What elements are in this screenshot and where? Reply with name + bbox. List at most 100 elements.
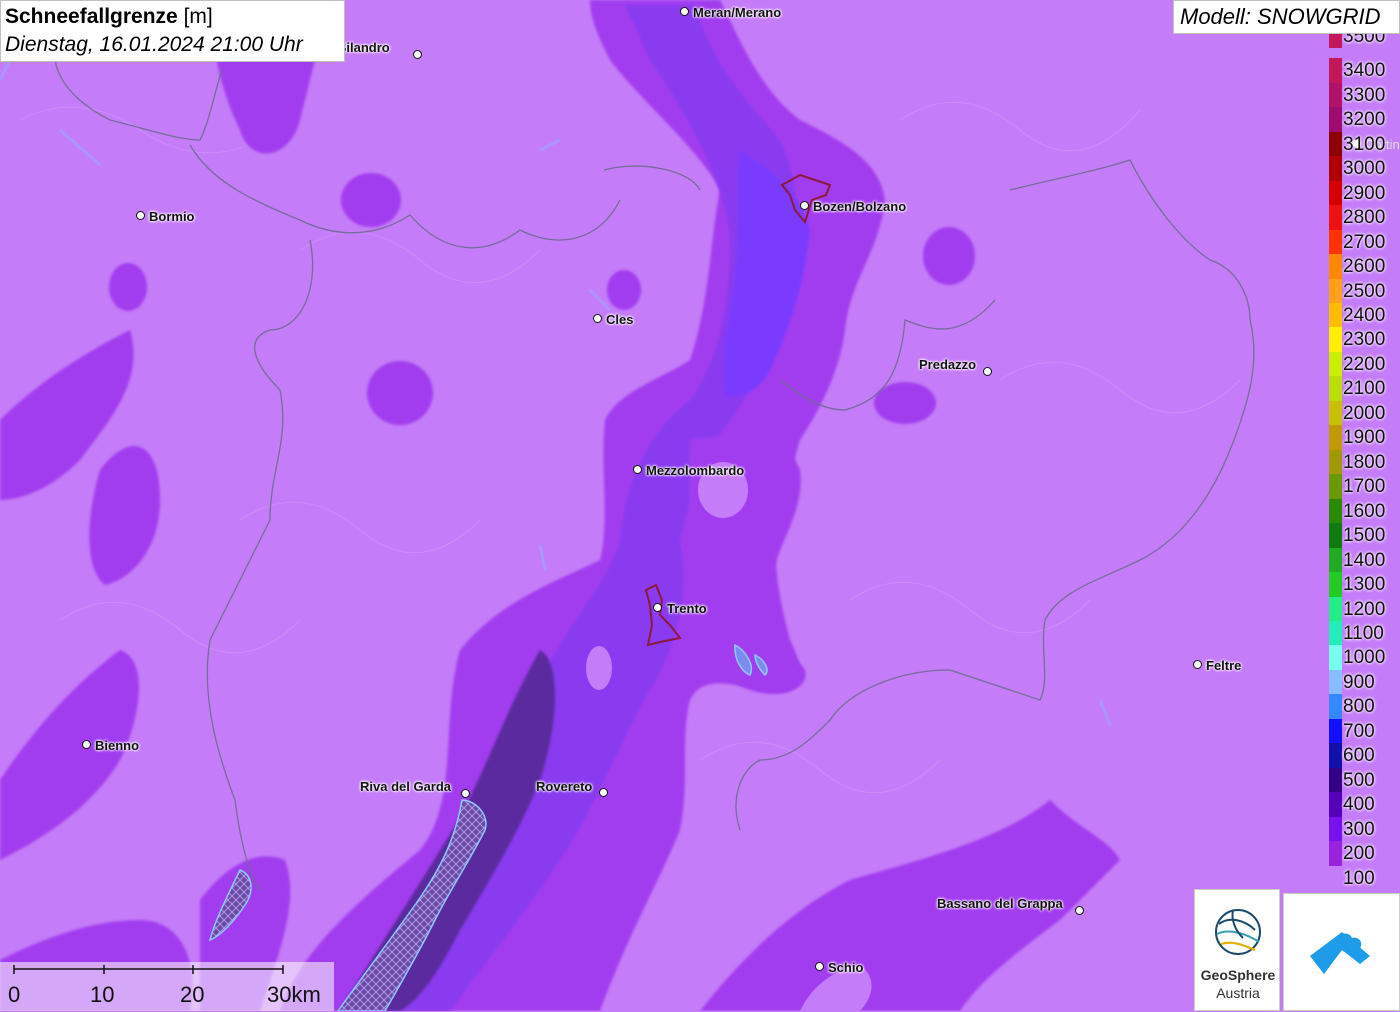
color-legend: 3500 3400 3300 3200 3100 3000 2900 2800 2700 2600… bbox=[1329, 34, 1400, 890]
legend-swatch bbox=[1329, 303, 1342, 328]
model-label: Modell: SNOWGRID bbox=[1173, 0, 1400, 34]
scale-bar: 0 10 20 30km bbox=[0, 962, 334, 1011]
legend-swatch bbox=[1329, 107, 1342, 132]
snowgrid-logo[interactable] bbox=[1283, 893, 1400, 1011]
legend-entry: 1400 bbox=[1329, 547, 1400, 573]
geosphere-line2: Austria bbox=[1216, 985, 1260, 1001]
title-parameter: Schneefallgrenze bbox=[5, 5, 178, 28]
city-dot bbox=[815, 962, 824, 971]
city-label: Rovereto bbox=[536, 779, 593, 794]
city-dot bbox=[680, 7, 689, 16]
scale-label-30km: 30km bbox=[267, 982, 321, 1007]
legend-label: 900 bbox=[1343, 671, 1375, 693]
legend-swatch bbox=[1329, 449, 1342, 475]
legend-swatch bbox=[1329, 205, 1342, 230]
legend-label: 1100 bbox=[1343, 622, 1384, 644]
legend-label: 2800 bbox=[1343, 207, 1386, 229]
city-dot bbox=[461, 789, 470, 798]
city-label: Bassano del Grappa bbox=[937, 896, 1063, 911]
legend-entry: 700 bbox=[1329, 718, 1400, 744]
legend-label: 2300 bbox=[1343, 329, 1386, 351]
legend-label: 600 bbox=[1343, 745, 1375, 767]
legend-entry: 2200 bbox=[1329, 351, 1400, 377]
legend-entry: 2400 bbox=[1329, 303, 1400, 328]
scale-label-0: 0 bbox=[8, 982, 21, 1007]
city-label: Bozen/Bolzano bbox=[813, 199, 907, 214]
legend-label: 1900 bbox=[1343, 427, 1386, 449]
legend-swatch bbox=[1329, 58, 1342, 83]
legend-entry: 2000 bbox=[1329, 400, 1400, 426]
legend-entry: 3500 bbox=[1329, 34, 1400, 49]
city-dot bbox=[1075, 906, 1084, 915]
city-dot bbox=[413, 50, 422, 59]
legend-entry: 1500 bbox=[1329, 523, 1400, 548]
legend-entry: 3100 bbox=[1329, 131, 1400, 157]
legend-label: 3000 bbox=[1343, 158, 1386, 180]
legend-entry: 600 bbox=[1329, 743, 1400, 768]
legend-entry: 300 bbox=[1329, 816, 1400, 842]
legend-swatch bbox=[1329, 254, 1342, 279]
legend-entry: 800 bbox=[1329, 694, 1400, 719]
city-dot bbox=[800, 201, 809, 210]
legend-swatch bbox=[1329, 841, 1342, 866]
legend-swatch bbox=[1329, 718, 1342, 744]
snowfall-line-map[interactable] bbox=[0, 0, 1400, 1011]
legend-label: 2000 bbox=[1343, 402, 1386, 424]
geosphere-mark-icon bbox=[1215, 909, 1261, 955]
legend-entry: 2600 bbox=[1329, 254, 1400, 279]
legend-entry: 2700 bbox=[1329, 229, 1400, 255]
map-title: Schneefallgrenze [m] bbox=[5, 3, 340, 31]
city-label: Predazzo bbox=[919, 357, 977, 372]
city-dot bbox=[82, 740, 91, 749]
legend-label: 300 bbox=[1343, 818, 1375, 840]
legend-entry: 3200 bbox=[1329, 107, 1400, 132]
map-datetime: Dienstag, 16.01.2024 21:00 Uhr bbox=[5, 33, 303, 56]
city-dot bbox=[983, 367, 992, 376]
legend-entry: 1700 bbox=[1329, 474, 1400, 499]
legend-entry: 400 bbox=[1329, 792, 1400, 817]
legend-label: 200 bbox=[1343, 843, 1375, 865]
legend-label: 3300 bbox=[1343, 84, 1386, 106]
legend-swatch bbox=[1329, 645, 1342, 670]
legend-swatch bbox=[1329, 34, 1342, 49]
geosphere-logo[interactable]: GeoSphere Austria bbox=[1194, 889, 1280, 1011]
legend-entry: 200 bbox=[1329, 841, 1400, 866]
legend-swatch bbox=[1329, 327, 1342, 352]
scale-label-20: 20 bbox=[180, 982, 205, 1007]
legend-swatch bbox=[1329, 351, 1342, 377]
city-dot bbox=[633, 465, 642, 474]
legend-swatch bbox=[1329, 278, 1342, 304]
legend-entry: 2800 bbox=[1329, 205, 1400, 230]
legend-label: 800 bbox=[1343, 696, 1375, 718]
legend-label: 2200 bbox=[1343, 353, 1386, 375]
legend-label: 2500 bbox=[1343, 280, 1386, 302]
legend-swatch bbox=[1329, 376, 1342, 401]
legend-entry: 500 bbox=[1329, 767, 1400, 793]
legend-entry: 3000 bbox=[1329, 156, 1400, 181]
legend-label: 1700 bbox=[1343, 476, 1386, 498]
legend-swatch bbox=[1329, 523, 1342, 548]
legend-label: 2600 bbox=[1343, 256, 1386, 278]
legend-label: 1400 bbox=[1343, 549, 1386, 571]
city-label: Mezzolombardo bbox=[646, 463, 745, 478]
legend-entry: 2300 bbox=[1329, 327, 1400, 352]
legend-swatch bbox=[1329, 792, 1342, 817]
legend-swatch bbox=[1329, 669, 1342, 695]
legend-entry: 2900 bbox=[1329, 180, 1400, 206]
legend-label: 1300 bbox=[1343, 574, 1386, 596]
legend-label: 1000 bbox=[1343, 647, 1386, 669]
legend-swatch bbox=[1329, 596, 1342, 621]
city-label: Bienno bbox=[95, 738, 140, 753]
legend-swatch bbox=[1329, 816, 1342, 842]
legend-label: 1800 bbox=[1343, 451, 1386, 473]
city-dot bbox=[599, 788, 608, 797]
legend-swatch bbox=[1329, 694, 1342, 719]
legend-entry: 1600 bbox=[1329, 498, 1400, 524]
legend-swatch bbox=[1329, 620, 1342, 646]
legend-swatch bbox=[1329, 156, 1342, 181]
legend-label: 2700 bbox=[1343, 231, 1386, 253]
legend-swatch bbox=[1329, 767, 1342, 793]
legend-swatch bbox=[1329, 82, 1342, 108]
legend-entry: 2500 bbox=[1329, 278, 1400, 304]
legend-label: 3400 bbox=[1343, 60, 1386, 82]
